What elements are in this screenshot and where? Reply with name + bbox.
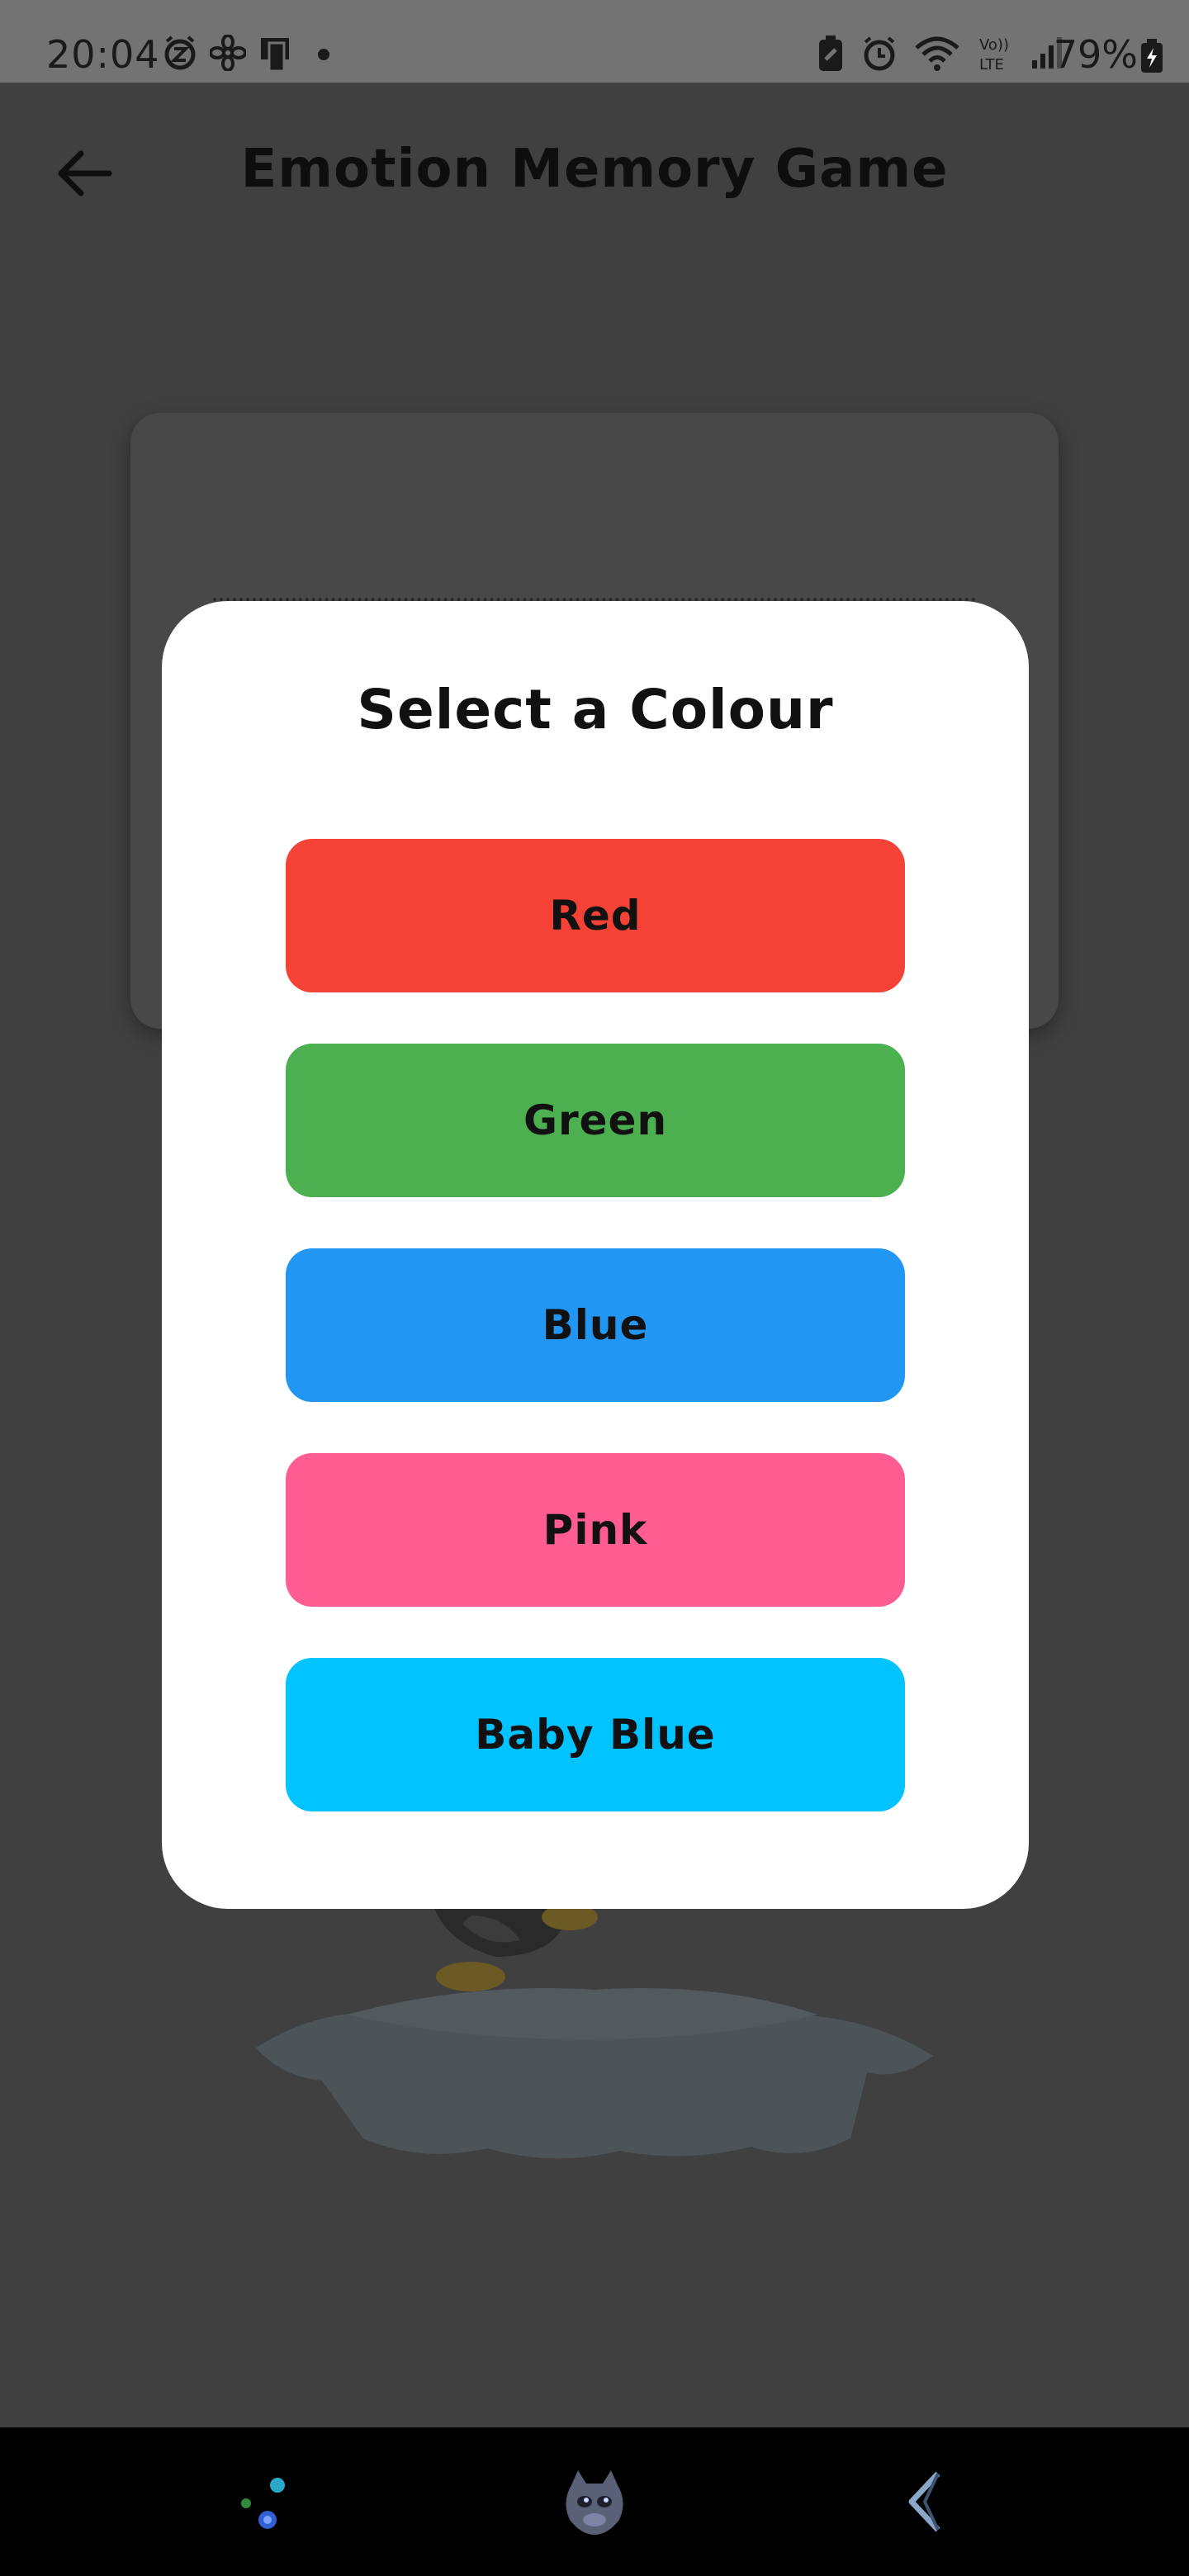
sparkle-dots-icon xyxy=(241,2478,285,2529)
alarm-z-icon xyxy=(162,35,198,74)
dragon-mascot-icon xyxy=(566,2470,623,2535)
alarm-icon xyxy=(860,35,898,76)
pink-button[interactable]: Pink xyxy=(286,1453,905,1607)
nav-home-button[interactable] xyxy=(553,2460,636,2543)
select-colour-dialog: Select a Colour Red Green Blue Pink Baby… xyxy=(162,601,1029,1909)
page-title: Emotion Memory Game xyxy=(240,139,949,200)
back-arrow-icon xyxy=(908,2471,940,2532)
baby-blue-button[interactable]: Baby Blue xyxy=(286,1658,905,1811)
battery-saver-icon xyxy=(816,35,846,76)
penguin-on-iceberg-image xyxy=(223,1891,950,2175)
status-right-icons: Vo)) LTE xyxy=(816,33,1065,78)
status-time: 20:04 xyxy=(46,32,160,77)
dialog-title: Select a Colour xyxy=(357,678,834,741)
green-button[interactable]: Green xyxy=(286,1044,905,1197)
volte-icon: Vo)) LTE xyxy=(976,33,1014,78)
svg-text:Vo)): Vo)) xyxy=(979,36,1009,54)
nav-back-button[interactable] xyxy=(883,2460,966,2543)
bottom-nav-bar xyxy=(0,2427,1189,2576)
battery-percent: 79% xyxy=(1053,32,1138,77)
fan-icon xyxy=(209,34,247,74)
status-bar: 20:04 Vo)) LTE 79% xyxy=(0,0,1189,83)
blue-button[interactable]: Blue xyxy=(286,1248,905,1402)
screen-cast-icon xyxy=(258,33,297,76)
status-left-icons xyxy=(162,33,339,76)
battery-charging-icon xyxy=(1139,38,1164,78)
nav-recents-button[interactable] xyxy=(223,2460,306,2543)
red-button[interactable]: Red xyxy=(286,839,905,992)
arrow-left-icon xyxy=(58,150,112,197)
dot-icon xyxy=(309,38,339,71)
wifi-icon xyxy=(913,35,961,76)
back-button[interactable] xyxy=(43,132,126,215)
svg-text:LTE: LTE xyxy=(979,56,1004,73)
